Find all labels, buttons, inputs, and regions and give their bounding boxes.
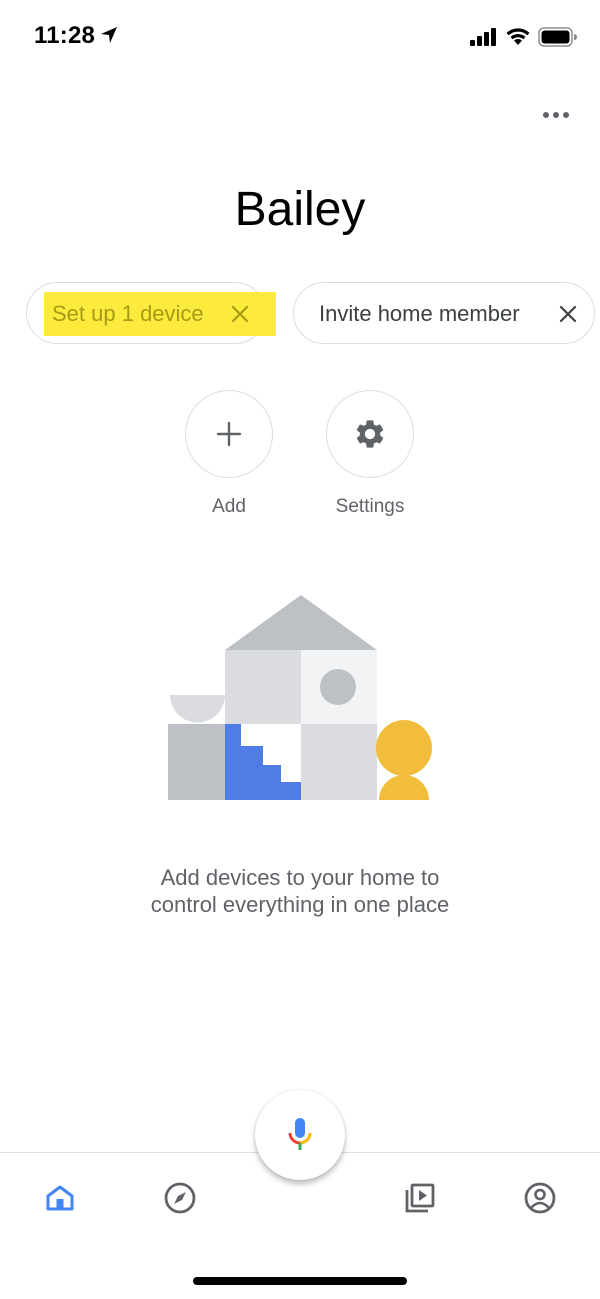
add-label: Add <box>212 496 246 517</box>
status-time: 11:28 <box>34 22 96 49</box>
nav-discover-tab[interactable] <box>160 1178 200 1218</box>
location-arrow-icon <box>101 27 117 43</box>
setup-device-label: Set up 1 device <box>52 301 204 326</box>
battery-icon <box>538 27 577 47</box>
media-icon <box>405 1183 435 1213</box>
add-button[interactable] <box>185 390 273 478</box>
account-icon <box>524 1182 556 1214</box>
cellular-signal-icon <box>470 28 496 46</box>
close-icon[interactable] <box>230 304 250 324</box>
nav-account-tab[interactable] <box>520 1178 560 1218</box>
compass-icon <box>164 1182 196 1214</box>
wifi-icon <box>506 28 530 45</box>
nav-home-tab[interactable] <box>40 1178 80 1218</box>
home-icon <box>46 1185 74 1211</box>
more-horizontal-icon <box>543 112 569 118</box>
close-icon[interactable] <box>558 304 578 324</box>
home-indicator <box>193 1277 407 1285</box>
home-title: Bailey <box>234 183 366 236</box>
nav-media-tab[interactable] <box>400 1178 440 1218</box>
more-options-button[interactable] <box>536 100 576 130</box>
setup-device-chip[interactable]: Set up 1 device <box>26 282 276 344</box>
plus-icon <box>216 421 242 447</box>
gear-icon <box>356 420 384 448</box>
empty-state-message: Add devices to your home to control ever… <box>150 865 450 917</box>
invite-member-label: Invite home member <box>319 301 520 326</box>
settings-button[interactable] <box>326 390 414 478</box>
settings-label: Settings <box>335 496 405 517</box>
house-illustration <box>168 595 432 800</box>
invite-member-chip[interactable]: Invite home member <box>293 282 595 344</box>
microphone-icon <box>288 1118 312 1150</box>
voice-assistant-button[interactable] <box>255 1090 345 1180</box>
